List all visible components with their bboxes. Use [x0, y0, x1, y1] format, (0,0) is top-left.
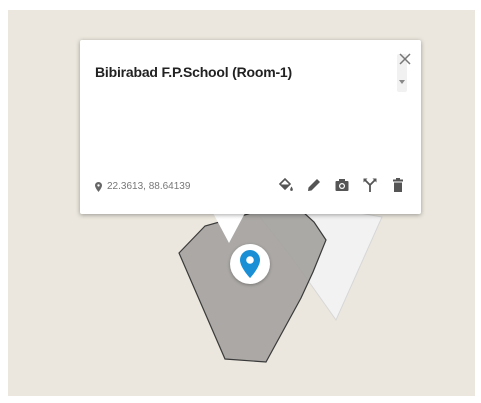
close-icon[interactable]: [397, 51, 413, 67]
chevron-down-icon: [399, 80, 405, 84]
camera-icon[interactable]: [334, 177, 350, 193]
popup-pointer: [213, 213, 245, 243]
paint-bucket-icon[interactable]: [278, 177, 294, 193]
popup-title: Bibirabad F.P.School (Room-1): [95, 64, 292, 80]
pencil-icon[interactable]: [306, 177, 322, 193]
map-canvas[interactable]: Bibirabad F.P.School (Room-1) 22.3613, 8…: [8, 10, 475, 396]
popup-toolbar: [278, 177, 406, 193]
directions-fork-icon[interactable]: [362, 177, 378, 193]
info-popup: Bibirabad F.P.School (Room-1) 22.3613, 8…: [80, 40, 421, 214]
coordinates: 22.3613, 88.64139: [95, 181, 190, 192]
map-marker-icon: [240, 250, 260, 278]
trash-icon[interactable]: [390, 177, 406, 193]
location-pin-icon: [95, 181, 102, 192]
map-marker[interactable]: [230, 244, 270, 284]
coordinates-text: 22.3613, 88.64139: [107, 181, 191, 192]
